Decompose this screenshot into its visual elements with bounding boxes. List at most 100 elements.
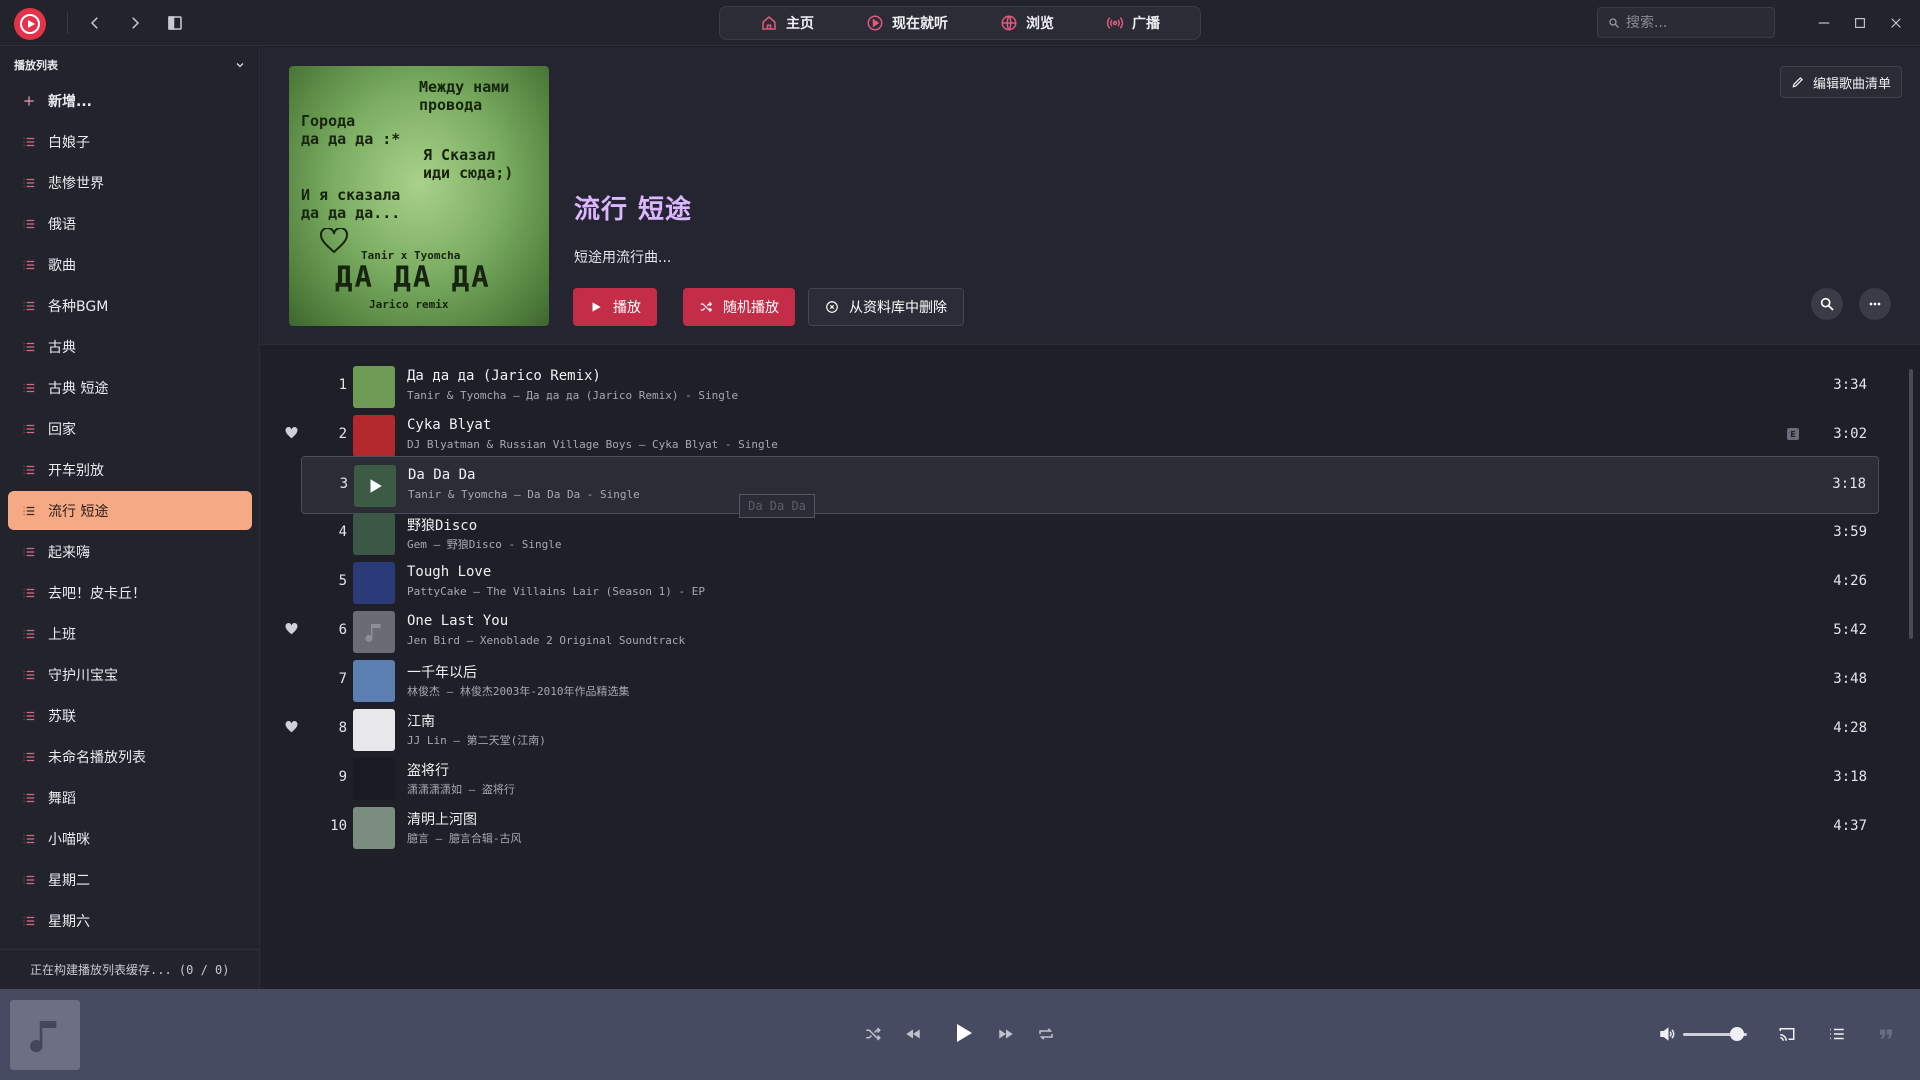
search-field[interactable] xyxy=(1597,7,1775,38)
sidebar-playlist-item[interactable]: 古典 短途 xyxy=(8,368,252,407)
remove-from-library-button[interactable]: 从资料库中删除 xyxy=(808,288,964,326)
track-subtitle: Jen Bird — Xenoblade 2 Original Soundtra… xyxy=(407,634,686,647)
track-artwork[interactable] xyxy=(353,660,395,702)
sidebar-playlist-item[interactable]: 开车别放 xyxy=(8,450,252,489)
heart-icon[interactable] xyxy=(285,623,298,635)
track-artwork[interactable] xyxy=(353,366,395,408)
sidebar-playlist-item[interactable]: 星期二 xyxy=(8,860,252,899)
sidebar-playlist-label: 古典 短途 xyxy=(48,380,109,397)
close-icon[interactable] xyxy=(1883,10,1909,36)
sidebar-playlist-label: 苏联 xyxy=(48,708,76,725)
sidebar-playlist-item[interactable]: 流行 短途 xyxy=(8,491,252,530)
sidebar-playlist-label: 小喵咪 xyxy=(48,831,90,848)
volume-control[interactable] xyxy=(1652,1019,1682,1049)
cover-remix: Jarico remix xyxy=(369,298,449,311)
lyrics-control[interactable] xyxy=(1871,1019,1901,1049)
nav-radio[interactable]: 广播 xyxy=(1106,13,1160,33)
heart-outline-icon xyxy=(320,228,348,254)
track-artwork[interactable] xyxy=(353,709,395,751)
sidebar-playlist-item[interactable]: 起来嗨 xyxy=(8,532,252,571)
add-playlist-label: 新增... xyxy=(48,93,92,110)
sidebar-playlist-item[interactable]: 回家 xyxy=(8,409,252,448)
track-row[interactable]: 10 清明上河图 臆言 — 臆言合辑-古风 4:37 xyxy=(301,799,1879,857)
sidebar-playlist-label: 白娘子 xyxy=(48,134,90,151)
globe-icon xyxy=(1001,15,1017,31)
list-icon xyxy=(23,916,35,925)
sidebar-playlist-item[interactable]: 守护川宝宝 xyxy=(8,655,252,694)
now-playing-artwork[interactable] xyxy=(10,1000,80,1070)
heart-icon[interactable] xyxy=(285,427,298,439)
sidebar-playlist-label: 去吧！皮卡丘！ xyxy=(48,585,146,602)
play-button[interactable]: 播放 xyxy=(573,288,657,326)
sidebar-playlist-item[interactable]: 古典 xyxy=(8,327,252,366)
next-control[interactable] xyxy=(991,1019,1021,1049)
sidebar-playlist-label: 未命名播放列表 xyxy=(48,749,146,766)
queue-control[interactable] xyxy=(1822,1019,1852,1049)
rewind-icon xyxy=(906,1029,920,1039)
track-subtitle: Tanir & Tyomcha — Да да да (Jarico Remix… xyxy=(407,389,739,402)
nav-radio-label: 广播 xyxy=(1132,16,1160,32)
back-icon[interactable] xyxy=(82,10,108,36)
track-artwork[interactable] xyxy=(353,562,395,604)
sidebar-toggle-icon[interactable] xyxy=(162,10,188,36)
shuffle-button[interactable]: 随机播放 xyxy=(683,288,795,326)
track-number: 5 xyxy=(338,573,347,589)
sidebar-playlist-item[interactable]: 小喵咪 xyxy=(8,819,252,858)
track-duration: 3:02 xyxy=(1833,426,1867,442)
nav-home[interactable]: 主页 xyxy=(760,13,814,33)
track-artwork[interactable] xyxy=(353,611,395,653)
track-artwork[interactable] xyxy=(353,807,395,849)
sidebar-playlist-item[interactable]: 各种BGM xyxy=(8,286,252,325)
play-icon[interactable] xyxy=(366,477,384,495)
repeat-icon xyxy=(1039,1028,1053,1040)
main-nav: 主页 现在就听 浏览 广播 xyxy=(719,6,1201,40)
nav-browse[interactable]: 浏览 xyxy=(1000,13,1054,33)
playlists-header[interactable]: 播放列表 xyxy=(14,55,246,75)
track-title: One Last You xyxy=(407,613,509,629)
heart-icon[interactable] xyxy=(285,721,298,733)
sidebar-playlist-item[interactable]: 舞蹈 xyxy=(8,778,252,817)
sidebar-playlist-item[interactable]: 俄语 xyxy=(8,204,252,243)
home-icon xyxy=(762,16,776,30)
track-title: Tough Love xyxy=(407,564,492,580)
list-icon xyxy=(23,711,35,720)
sidebar-playlist-item[interactable]: 星期六 xyxy=(8,901,252,940)
track-duration: 3:18 xyxy=(1832,476,1866,492)
previous-control[interactable] xyxy=(898,1019,928,1049)
scrollbar[interactable] xyxy=(1909,369,1913,639)
sidebar-playlist-label: 星期二 xyxy=(48,872,90,889)
edit-playlist-button[interactable]: 编辑歌曲清单 xyxy=(1780,66,1903,98)
sidebar-playlist-item[interactable]: 未命名播放列表 xyxy=(8,737,252,776)
track-title: Cyka Blyat xyxy=(407,417,492,433)
sidebar-playlist-item[interactable]: 苏联 xyxy=(8,696,252,735)
search-tracks-button[interactable] xyxy=(1811,288,1843,320)
track-artwork[interactable] xyxy=(354,465,396,507)
play-circle-icon xyxy=(867,15,883,31)
list-icon xyxy=(23,752,35,761)
forward-icon[interactable] xyxy=(122,10,148,36)
search-input[interactable] xyxy=(1626,14,1766,31)
cast-icon xyxy=(1779,1028,1795,1041)
nav-listen-now[interactable]: 现在就听 xyxy=(866,13,948,33)
more-options-button[interactable] xyxy=(1859,288,1891,320)
airplay-control[interactable] xyxy=(1772,1019,1802,1049)
cache-status: 正在构建播放列表缓存... (0 / 0) xyxy=(0,949,260,989)
play-pause-control[interactable] xyxy=(945,1015,981,1051)
sidebar-playlist-item[interactable]: 白娘子 xyxy=(8,122,252,161)
volume-slider-handle[interactable] xyxy=(1730,1027,1745,1041)
playlist-header: Между нами провода Города да да да :* Я … xyxy=(261,47,1920,345)
repeat-control[interactable] xyxy=(1031,1019,1061,1049)
track-artwork[interactable] xyxy=(353,415,395,457)
minimize-icon[interactable] xyxy=(1811,10,1837,36)
close-circle-icon xyxy=(826,301,838,313)
sidebar-playlist-item[interactable]: 去吧！皮卡丘！ xyxy=(8,573,252,612)
sidebar-playlist-item[interactable]: 歌曲 xyxy=(8,245,252,284)
add-playlist-button[interactable]: 新增... xyxy=(8,81,252,120)
shuffle-control[interactable] xyxy=(858,1019,888,1049)
track-artwork[interactable] xyxy=(353,758,395,800)
maximize-icon[interactable] xyxy=(1847,10,1873,36)
track-artwork[interactable] xyxy=(353,513,395,555)
sidebar-playlist-item[interactable]: 上班 xyxy=(8,614,252,653)
track-number: 8 xyxy=(338,720,347,736)
sidebar-playlist-item[interactable]: 悲惨世界 xyxy=(8,163,252,202)
